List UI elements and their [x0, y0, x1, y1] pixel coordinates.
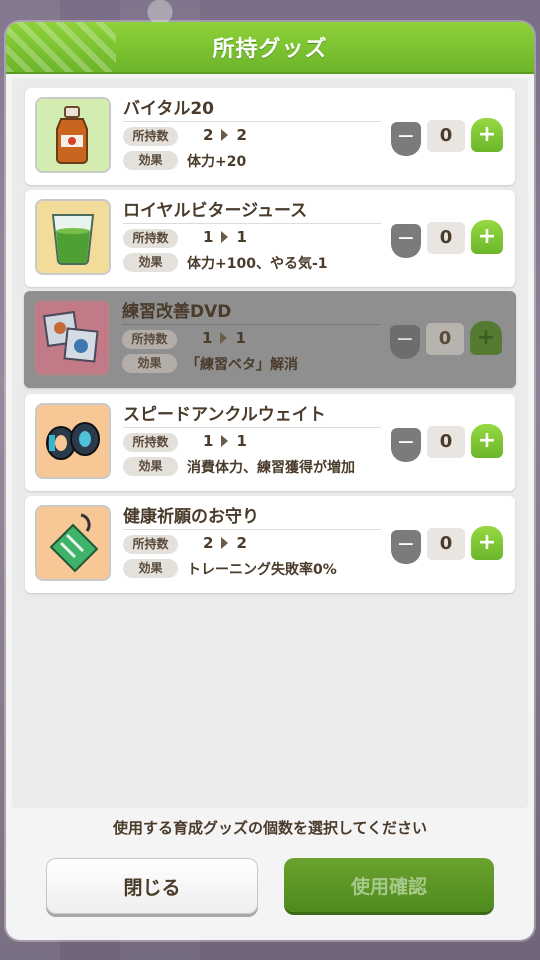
close-button[interactable]: 閉じる: [46, 858, 258, 914]
arrow-right-icon: [221, 435, 229, 447]
owned-from: 2: [203, 534, 214, 552]
divider: [123, 529, 381, 530]
increase-button[interactable]: +: [470, 321, 502, 355]
effect-text: 体力+20: [187, 154, 247, 170]
use-count: 0: [426, 323, 464, 355]
dvd-case-icon: [34, 300, 110, 376]
ankle-weight-icon: [35, 403, 111, 479]
owned-count: 2 2: [203, 126, 247, 144]
decrease-button[interactable]: −: [391, 530, 421, 564]
item-name: 健康祈願のお守り: [123, 507, 259, 527]
owned-label: 所持数: [123, 433, 178, 452]
item-name: 練習改善DVD: [122, 302, 232, 322]
owned-count: 1 1: [203, 432, 247, 450]
goods-item: 健康祈願のお守り 所持数 2 2 効果 トレーニング失敗率0% − 0 +: [25, 496, 515, 593]
owned-to: 2: [236, 534, 247, 552]
confirm-use-button[interactable]: 使用確認: [284, 858, 494, 912]
arrow-right-icon: [221, 231, 229, 243]
decrease-button[interactable]: −: [390, 325, 420, 359]
owned-count: 1 1: [203, 228, 247, 246]
increase-button[interactable]: +: [471, 220, 503, 254]
effect-label: 効果: [123, 253, 178, 272]
omamori-charm-icon: [35, 505, 111, 581]
divider: [122, 324, 380, 325]
owned-from: 1: [203, 432, 214, 450]
effect-label: 効果: [123, 457, 178, 476]
effect-label: 効果: [122, 354, 177, 373]
owned-label: 所持数: [122, 330, 177, 349]
decrease-button[interactable]: −: [391, 122, 421, 156]
effect-text: 体力+100、やる気-1: [187, 256, 328, 272]
arrow-right-icon: [221, 537, 229, 549]
use-count: 0: [427, 426, 465, 458]
increase-button[interactable]: +: [471, 424, 503, 458]
effect-label: 効果: [123, 559, 178, 578]
arrow-right-icon: [221, 129, 229, 141]
owned-from: 2: [203, 126, 214, 144]
divider: [123, 427, 381, 428]
use-count: 0: [427, 120, 465, 152]
goods-item: 練習改善DVD 所持数 1 1 効果 「練習ベタ」解消 − 0 +: [24, 291, 516, 388]
owned-to: 2: [236, 126, 247, 144]
dialog-header: 所持グッズ: [6, 22, 534, 74]
owned-label: 所持数: [123, 127, 178, 146]
increase-button[interactable]: +: [471, 526, 503, 560]
owned-to: 1: [236, 432, 247, 450]
item-name: ロイヤルビタージュース: [123, 201, 308, 221]
use-count: 0: [427, 528, 465, 560]
goods-item: スピードアンクルウェイト 所持数 1 1 効果 消費体力、練習獲得が増加 − 0…: [25, 394, 515, 491]
effect-label: 効果: [123, 151, 178, 170]
owned-goods-dialog: 所持グッズ バイタル20 所持数 2 2 効果 体力+20 − 0 + ロイヤル…: [6, 22, 534, 940]
item-name: バイタル20: [123, 99, 214, 119]
owned-count: 1 1: [202, 329, 246, 347]
effect-text: 「練習ベタ」解消: [186, 357, 298, 373]
goods-list[interactable]: バイタル20 所持数 2 2 効果 体力+20 − 0 + ロイヤルビタージュー…: [12, 78, 528, 808]
owned-label: 所持数: [123, 229, 178, 248]
increase-button[interactable]: +: [471, 118, 503, 152]
decrease-button[interactable]: −: [391, 428, 421, 462]
owned-from: 1: [202, 329, 213, 347]
owned-from: 1: [203, 228, 214, 246]
divider: [123, 121, 381, 122]
effect-text: 消費体力、練習獲得が増加: [187, 460, 355, 476]
owned-count: 2 2: [203, 534, 247, 552]
goods-item: バイタル20 所持数 2 2 効果 体力+20 − 0 +: [25, 88, 515, 185]
vital-bottle-icon: [35, 97, 111, 173]
green-juice-glass-icon: [35, 199, 111, 275]
arrow-right-icon: [220, 332, 228, 344]
item-name: スピードアンクルウェイト: [123, 405, 326, 425]
owned-to: 1: [236, 228, 247, 246]
effect-text: トレーニング失敗率0%: [187, 562, 337, 578]
use-count: 0: [427, 222, 465, 254]
divider: [123, 223, 381, 224]
dialog-title: 所持グッズ: [212, 37, 328, 62]
goods-item: ロイヤルビタージュース 所持数 1 1 効果 体力+100、やる気-1 − 0 …: [25, 190, 515, 287]
instruction-text: 使用する育成グッズの個数を選択してください: [112, 819, 428, 837]
owned-to: 1: [235, 329, 246, 347]
decrease-button[interactable]: −: [391, 224, 421, 258]
owned-label: 所持数: [123, 535, 178, 554]
